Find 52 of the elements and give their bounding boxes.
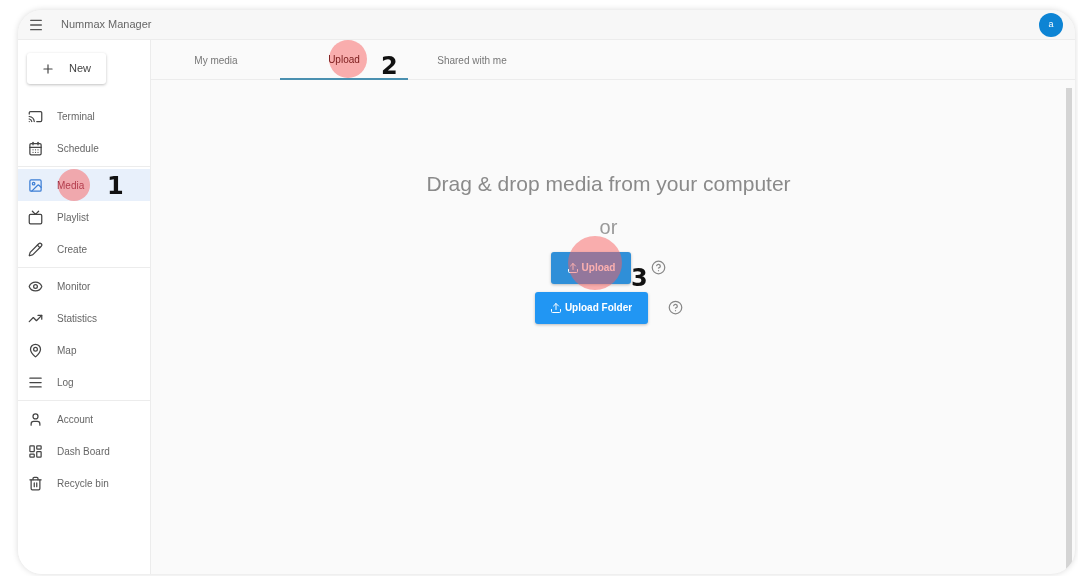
sidebar-item[interactable]: Log [18, 366, 150, 398]
sidebar-item[interactable]: Schedule [18, 132, 150, 164]
item-label: Playlist [57, 210, 89, 225]
tab[interactable]: Upload 2 [280, 40, 408, 80]
app-title: Nummax Manager [61, 17, 152, 33]
trash-icon [28, 475, 43, 491]
plus-icon [41, 61, 55, 76]
sidebar-item[interactable]: Statistics [18, 302, 150, 334]
cast-icon [28, 108, 43, 124]
sidebar-item[interactable]: Dash Board [18, 435, 150, 467]
or-text: or [599, 214, 618, 240]
eye-icon [28, 278, 43, 294]
tab-label: My media [194, 53, 238, 68]
item-label: Account [57, 412, 94, 427]
tab[interactable]: My media [152, 40, 280, 80]
upload-icon [549, 301, 562, 314]
item-label: Schedule [57, 141, 99, 156]
item-label: Monitor [57, 279, 91, 294]
sidebar-item[interactable]: Recycle bin [18, 467, 150, 499]
calendar-icon [28, 140, 43, 156]
pencil-icon [28, 241, 43, 257]
tv-icon [28, 209, 43, 225]
upload-icon [566, 261, 579, 274]
step-number: 2 [381, 54, 398, 78]
sidebar-item[interactable]: Account [18, 403, 150, 435]
image-icon [28, 177, 43, 193]
sidebar-item[interactable]: Monitor [18, 270, 150, 302]
tab-label: Upload [328, 52, 360, 67]
dropzone-heading: Drag & drop media from your computer [426, 171, 791, 197]
item-label: Recycle bin [57, 476, 109, 491]
item-label: Create [57, 242, 87, 257]
item-label: Dash Board [57, 444, 110, 459]
sidebar-item[interactable]: Terminal [18, 100, 150, 132]
help-icon[interactable] [667, 300, 683, 315]
list-icon [28, 374, 43, 390]
item-label: Statistics [57, 311, 97, 326]
sidebar-item[interactable]: Create [18, 233, 150, 265]
sidebar-item[interactable]: Map [18, 334, 150, 366]
dashboard-icon [28, 443, 43, 459]
user-icon [28, 411, 43, 427]
tab-label: Shared with me [437, 53, 507, 68]
step-number: 3 [631, 265, 648, 290]
sidebar-item[interactable]: Playlist [18, 201, 150, 233]
avatar[interactable]: a [1039, 12, 1063, 37]
item-label: Map [57, 343, 77, 358]
step-number: 1 [107, 174, 124, 198]
tab[interactable]: Shared with me [408, 40, 536, 80]
item-label: Log [57, 375, 74, 390]
map-pin-icon [28, 342, 43, 358]
help-icon[interactable] [651, 260, 666, 275]
item-label: Terminal [57, 109, 95, 124]
new-button[interactable]: New [27, 53, 106, 84]
